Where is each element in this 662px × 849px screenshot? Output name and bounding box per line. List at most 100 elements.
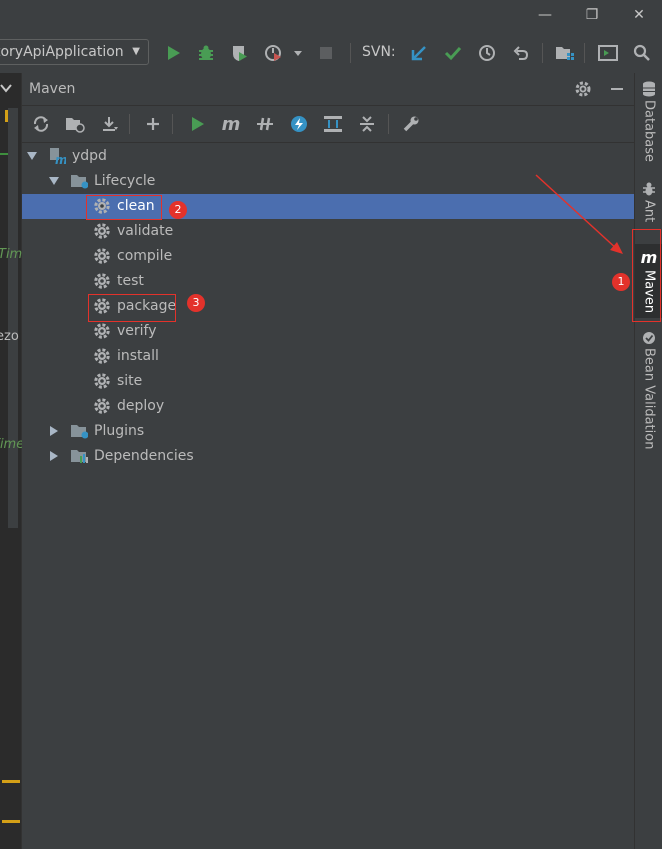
download-sources-button[interactable]	[96, 111, 122, 137]
wrench-icon	[403, 116, 419, 132]
goal-label: compile	[117, 248, 173, 264]
tree-item-goal-deploy[interactable]: deploy	[22, 394, 634, 419]
goal-label: test	[117, 273, 144, 289]
svn-label: SVN:	[362, 44, 396, 60]
tree-item-goal-site[interactable]: site	[22, 369, 634, 394]
maven-panel-header: Maven	[22, 73, 634, 106]
toolbar-separator	[172, 114, 173, 134]
debug-bug-icon	[199, 45, 213, 60]
lightning-icon	[291, 116, 307, 132]
stop-button[interactable]	[313, 39, 339, 67]
tree-item-plugins[interactable]: Plugins	[22, 419, 634, 444]
search-button[interactable]	[629, 39, 655, 67]
minimize-button[interactable]: —	[527, 3, 563, 27]
run-configuration-select[interactable]: toryApiApplication ▼	[0, 39, 149, 65]
panel-title: Maven	[29, 81, 76, 97]
gear-icon	[94, 273, 110, 289]
hide-panel-button[interactable]	[604, 76, 630, 102]
dependencies-label: Dependencies	[94, 448, 194, 464]
checkmark-icon	[444, 46, 462, 61]
expand-right-arrow-icon[interactable]	[48, 425, 60, 437]
dependencies-diagram-icon	[324, 116, 342, 132]
lifecycle-folder-icon	[71, 175, 88, 189]
add-project-button[interactable]	[140, 111, 166, 137]
annotation-box-clean	[86, 195, 162, 220]
restore-button[interactable]: ❐	[574, 3, 610, 27]
bean-validation-icon	[643, 332, 655, 344]
toolbar-separator	[388, 114, 389, 134]
toolbar-separator	[542, 43, 543, 63]
execute-maven-goal-button[interactable]: m	[218, 111, 244, 137]
main-toolbar: toryApiApplication ▼ SVN:	[0, 35, 662, 73]
scrollbar[interactable]	[8, 108, 18, 528]
gear-icon	[94, 398, 110, 414]
svn-commit-button[interactable]	[440, 39, 466, 67]
reimport-button[interactable]	[28, 111, 54, 137]
tree-item-dependencies[interactable]: Dependencies	[22, 444, 634, 469]
run-configuration-label: toryApiApplication	[0, 44, 124, 60]
lifecycle-label: Lifecycle	[94, 173, 156, 189]
generate-sources-button[interactable]	[62, 111, 88, 137]
settings-button[interactable]	[570, 76, 596, 102]
annotation-badge: 2	[169, 201, 187, 219]
search-icon	[633, 44, 650, 61]
chevron-down-icon	[0, 84, 12, 93]
gear-icon	[94, 348, 110, 364]
plugins-label: Plugins	[94, 423, 145, 439]
arrow-down-left-icon	[411, 46, 426, 61]
collapse-all-button[interactable]	[354, 111, 380, 137]
chevron-down-icon: ▼	[132, 46, 140, 57]
expand-right-arrow-icon[interactable]	[48, 450, 60, 462]
profile-button[interactable]	[262, 39, 306, 67]
plugins-folder-icon	[71, 425, 88, 439]
folder-refresh-icon	[66, 118, 85, 133]
expand-down-arrow-icon[interactable]	[26, 150, 38, 162]
svg-text:m: m	[55, 153, 66, 165]
svn-rollback-button[interactable]	[508, 39, 534, 67]
database-tab[interactable]: Database	[635, 81, 662, 162]
shield-coverage-icon	[233, 46, 247, 61]
toolbar-separator	[350, 43, 351, 63]
tree-item-goal-verify[interactable]: verify	[22, 319, 634, 344]
gear-icon	[94, 223, 110, 239]
close-button[interactable]: ✕	[621, 3, 657, 27]
terminal-button[interactable]	[595, 39, 621, 67]
goal-label: validate	[117, 223, 174, 239]
annotation-badge: 3	[187, 294, 205, 312]
dependencies-icon	[71, 450, 88, 463]
toggle-offline-button[interactable]	[252, 111, 278, 137]
right-tool-window-bar: Database Ant m Maven Bean Validation	[634, 73, 662, 849]
expand-down-arrow-icon[interactable]	[48, 175, 60, 187]
project-structure-button[interactable]	[552, 39, 578, 67]
minimize-icon	[611, 88, 623, 90]
gear-icon	[94, 248, 110, 264]
window-title-bar: — ❐ ✕	[0, 0, 662, 30]
gear-icon	[575, 81, 591, 97]
maven-toolbar: m	[22, 106, 634, 143]
run-maven-build-button[interactable]	[184, 111, 210, 137]
debug-button[interactable]	[193, 39, 219, 67]
maven-project-icon: m	[50, 148, 66, 165]
folder-grid-icon	[556, 47, 574, 60]
run-button[interactable]	[160, 39, 186, 67]
offline-icon	[257, 117, 273, 131]
coverage-button[interactable]	[226, 39, 252, 67]
maven-settings-button[interactable]	[398, 111, 424, 137]
project-label: ydpd	[72, 148, 107, 164]
tree-item-project[interactable]: mydpd	[22, 144, 634, 169]
editor-edge: Tim ezo Time	[0, 73, 24, 849]
tree-item-goal-install[interactable]: install	[22, 344, 634, 369]
skip-tests-button[interactable]	[286, 111, 312, 137]
refresh-icon	[33, 116, 49, 132]
show-dependencies-button[interactable]	[320, 111, 346, 137]
svn-history-button[interactable]	[474, 39, 500, 67]
tree-item-goal-test[interactable]: test	[22, 269, 634, 294]
goal-label: verify	[117, 323, 157, 339]
bean-validation-tab[interactable]: Bean Validation	[635, 331, 662, 449]
profiler-clock-icon	[265, 45, 302, 61]
svn-update-button[interactable]	[406, 39, 432, 67]
ant-tab[interactable]: Ant	[635, 181, 662, 222]
annotation-box-package	[88, 294, 176, 322]
undo-icon	[513, 46, 529, 60]
editor-text-fragment: Tim	[0, 247, 23, 262]
